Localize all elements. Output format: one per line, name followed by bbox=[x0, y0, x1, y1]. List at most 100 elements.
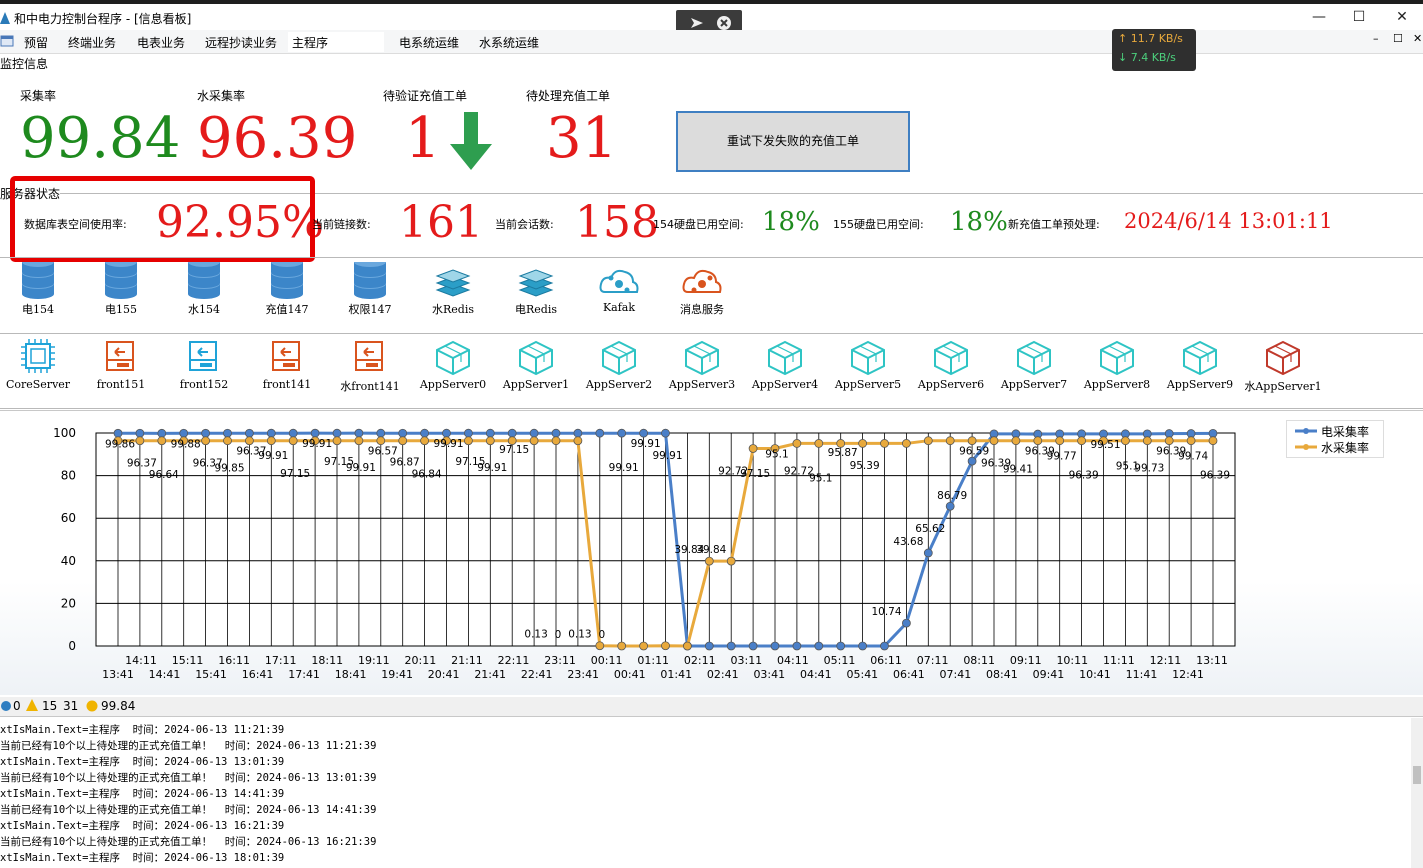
log-line: 当前已经有10个以上待处理的正式充值工单！ 时间：2024-06-13 16:2… bbox=[0, 836, 377, 848]
database-icon bbox=[105, 262, 137, 299]
db-status-label: 电Redis bbox=[515, 303, 557, 316]
x-tick-label: 05:41 bbox=[846, 668, 878, 681]
data-point bbox=[485, 436, 495, 446]
menu-item-meter[interactable]: 电表业务 bbox=[137, 34, 185, 51]
db-status-item[interactable]: Kafak bbox=[579, 262, 659, 320]
db-status-item[interactable]: 水154 bbox=[164, 262, 244, 320]
server-status-item[interactable]: AppServer9 bbox=[1160, 338, 1240, 396]
data-point bbox=[858, 641, 867, 651]
server-status-item[interactable]: CoreServer bbox=[0, 338, 78, 396]
data-label: 96.39 bbox=[1069, 470, 1099, 482]
server-status-label: CoreServer bbox=[5, 378, 71, 391]
server-status-item[interactable]: AppServer8 bbox=[1077, 338, 1157, 396]
log-line: 当前已经有10个以上待处理的正式充值工单！ 时间：2024-06-13 13:0… bbox=[0, 772, 377, 784]
cube-icon bbox=[851, 340, 885, 376]
server-status-item[interactable]: front151 bbox=[81, 338, 161, 396]
water-rate-value: 96.39 bbox=[197, 106, 358, 171]
db-status-item[interactable]: 电154 bbox=[0, 262, 78, 320]
send-icon[interactable] bbox=[690, 16, 704, 30]
db-status-item[interactable]: 电Redis bbox=[496, 262, 576, 320]
log-scrollbar[interactable] bbox=[1411, 718, 1423, 868]
upload-speed: ↑ 11.7 KB/s bbox=[1118, 32, 1183, 45]
db-status-item[interactable]: 电155 bbox=[81, 262, 161, 320]
menu-item-elec-ops[interactable]: 电系统运维 bbox=[399, 34, 459, 51]
data-point bbox=[463, 428, 473, 438]
mdi-child-icon bbox=[0, 35, 14, 47]
x-tick-label: 07:11 bbox=[917, 654, 949, 667]
data-point bbox=[617, 641, 627, 651]
x-tick-label: 19:11 bbox=[358, 654, 390, 667]
data-label: 99.91 bbox=[609, 462, 639, 474]
cube-icon bbox=[685, 340, 719, 376]
y-tick-label: 60 bbox=[61, 511, 76, 525]
y-tick-label: 100 bbox=[53, 426, 76, 440]
x-tick-label: 17:41 bbox=[288, 668, 320, 681]
data-label: 96.64 bbox=[149, 469, 179, 481]
x-tick-label: 13:11 bbox=[1196, 654, 1228, 667]
menu-item-remote-reading[interactable]: 远程抄读业务 bbox=[205, 34, 277, 51]
divider bbox=[0, 408, 1423, 409]
child-restore-button[interactable]: ☐ bbox=[1393, 32, 1403, 45]
server-status-item[interactable]: 水AppServer1 bbox=[1243, 338, 1323, 396]
server-status-item[interactable]: front141 bbox=[247, 338, 327, 396]
data-point bbox=[945, 436, 955, 446]
db-status-item[interactable]: 消息服务 bbox=[662, 262, 742, 320]
db-status-item[interactable]: 水Redis bbox=[413, 262, 493, 320]
cube-icon bbox=[1017, 340, 1051, 376]
data-point bbox=[420, 436, 430, 446]
data-point bbox=[288, 428, 298, 438]
x-tick-label: 01:41 bbox=[660, 668, 692, 681]
legend-elec-label: 电采集率 bbox=[1321, 425, 1370, 439]
x-tick-label: 23:11 bbox=[544, 654, 576, 667]
server-status-item[interactable]: AppServer2 bbox=[579, 338, 659, 396]
server-status-item[interactable]: 水front141 bbox=[330, 338, 410, 396]
server-status-item[interactable]: AppServer3 bbox=[662, 338, 742, 396]
x-tick-label: 06:41 bbox=[893, 668, 925, 681]
data-point bbox=[157, 428, 167, 438]
menu-item-reserved[interactable]: 预留 bbox=[24, 34, 48, 51]
log-line: xtIsMain.Text=主程序 时间：2024-06-13 13:01:39 bbox=[0, 756, 285, 768]
server-status-item[interactable]: AppServer6 bbox=[911, 338, 991, 396]
data-point bbox=[1011, 436, 1021, 446]
pending-verify-label: 待验证充值工单 bbox=[383, 89, 468, 103]
data-point bbox=[266, 428, 276, 438]
retry-failed-orders-button[interactable]: 重试下发失败的充值工单 bbox=[676, 111, 910, 172]
menu-item-terminal[interactable]: 终端业务 bbox=[68, 34, 116, 51]
data-point bbox=[967, 436, 977, 446]
data-label: 99.73 bbox=[1134, 463, 1164, 475]
server-status-item[interactable]: AppServer1 bbox=[496, 338, 576, 396]
network-speed-widget: ↑ 11.7 KB/s ↓ 7.4 KB/s bbox=[1112, 29, 1196, 71]
x-tick-label: 03:41 bbox=[753, 668, 785, 681]
minimize-button[interactable]: — bbox=[1299, 6, 1339, 28]
db-status-item[interactable]: 充值147 bbox=[247, 262, 327, 320]
server-status-item[interactable]: front152 bbox=[164, 338, 244, 396]
info-value: 99.84 bbox=[101, 699, 136, 713]
log-panel[interactable]: xtIsMain.Text=主程序 时间：2024-06-13 11:21:39… bbox=[0, 718, 1410, 868]
status-strip: 0 15 31 99.84 bbox=[0, 697, 1423, 717]
water-rate-label: 水采集率 bbox=[197, 89, 246, 103]
x-tick-label: 12:11 bbox=[1150, 654, 1182, 667]
data-point bbox=[529, 436, 539, 446]
log-line: xtIsMain.Text=主程序 时间：2024-06-13 11:21:39 bbox=[0, 724, 285, 736]
maximize-button[interactable]: ☐ bbox=[1339, 6, 1379, 28]
data-label: 99.91 bbox=[631, 438, 661, 450]
server-status-item[interactable]: AppServer5 bbox=[828, 338, 908, 396]
server-status-item[interactable]: AppServer0 bbox=[413, 338, 493, 396]
menu-item-water-ops[interactable]: 水系统运维 bbox=[479, 34, 539, 51]
scrollbar-thumb[interactable] bbox=[1413, 766, 1421, 784]
x-tick-label: 22:11 bbox=[498, 654, 530, 667]
data-point bbox=[726, 641, 736, 651]
close-button[interactable]: ✕ bbox=[1382, 6, 1422, 28]
warning-count-2: 31 bbox=[63, 699, 79, 713]
db-status-item[interactable]: 权限147 bbox=[330, 262, 410, 320]
server-status-item[interactable]: AppServer4 bbox=[745, 338, 825, 396]
data-point bbox=[463, 436, 473, 446]
data-label: 99.88 bbox=[171, 438, 201, 450]
data-label: 97.15 bbox=[499, 444, 529, 456]
db-status-label: 水Redis bbox=[432, 303, 474, 316]
server-status-item[interactable]: AppServer7 bbox=[994, 338, 1074, 396]
child-close-button[interactable]: ✕ bbox=[1413, 32, 1422, 45]
menu-item-main[interactable]: 主程序 bbox=[288, 32, 384, 52]
child-minimize-button[interactable]: – bbox=[1373, 32, 1379, 45]
close-circle-icon[interactable] bbox=[716, 15, 732, 31]
